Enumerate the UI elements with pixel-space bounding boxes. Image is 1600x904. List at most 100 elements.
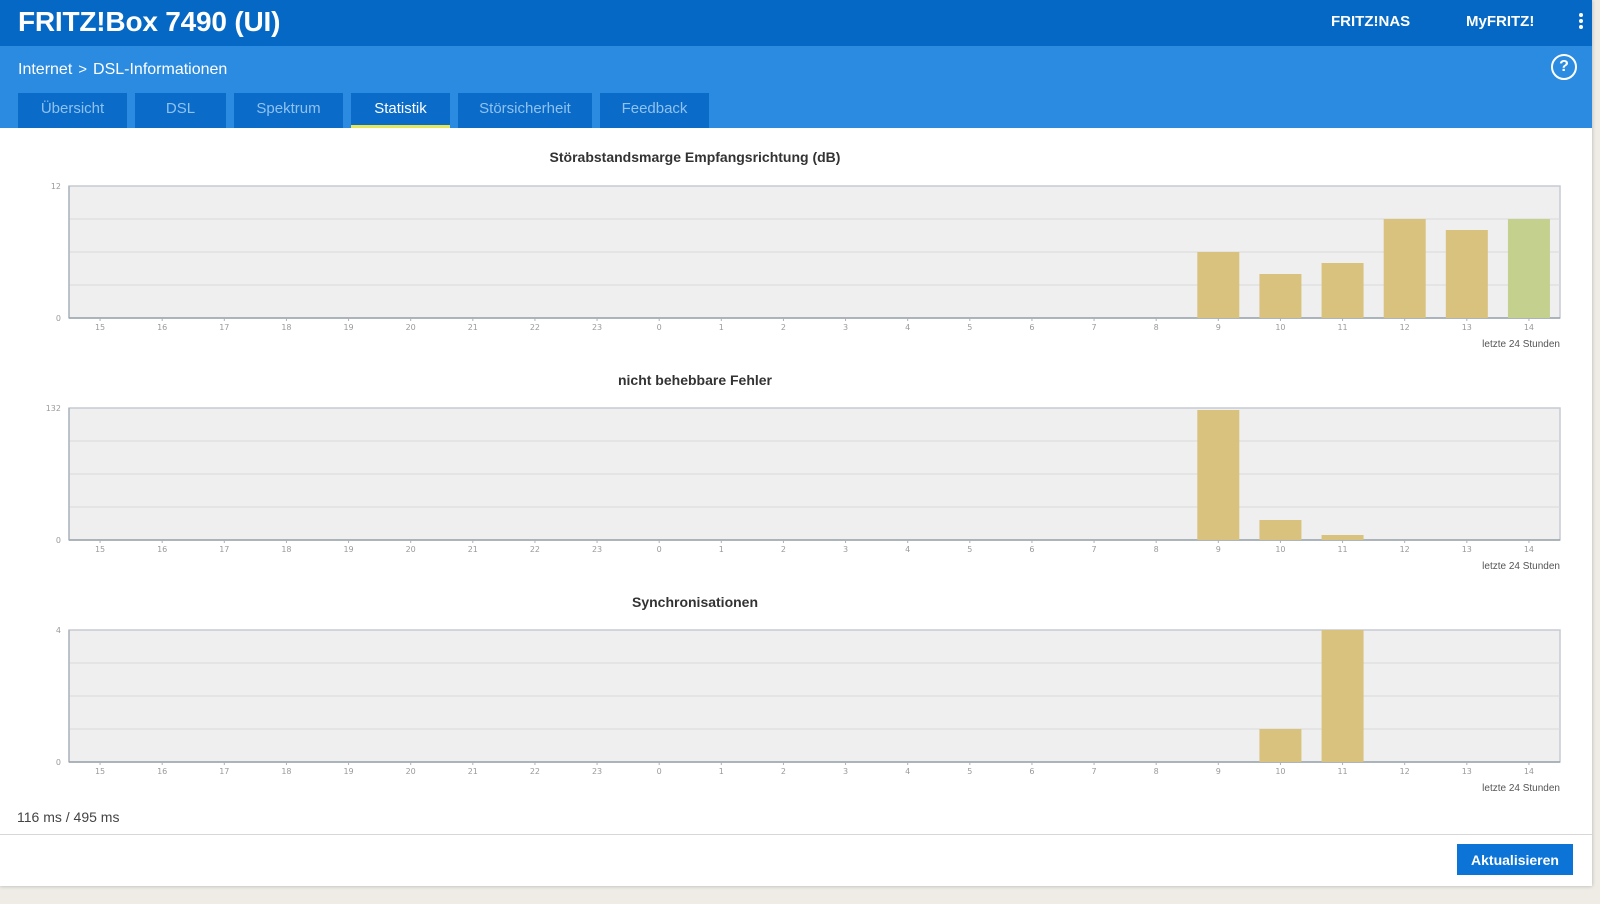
tab-dsl[interactable]: DSL [135,93,226,128]
x-tick-label: 9 [1216,323,1221,332]
x-tick-label: 16 [157,323,167,332]
tab-bar: Übersicht DSL Spektrum Statistik Störsic… [18,93,717,128]
breadcrumb-internet[interactable]: Internet [18,59,72,81]
top-bar: FRITZ!Box 7490 (UI) FRITZ!NAS MyFRITZ! [0,0,1592,46]
chart-title-snr: Störabstandsmarge Empfangsrichtung (dB) [549,149,841,165]
myfritz-link[interactable]: MyFRITZ! [1466,12,1534,32]
x-tick-label: 7 [1092,767,1097,776]
x-tick-label: 9 [1216,545,1221,554]
x-tick-label: 16 [157,767,167,776]
x-tick-label: 19 [343,323,353,332]
y-tick-label: 12 [51,182,61,191]
x-tick-label: 14 [1524,767,1534,776]
snr-margin-chart: 01215 16 17 18 19 20 21 22 23 0 1 2 3 4 5 6 7 8 9 10 11 12 13 1… [51,182,1561,350]
refresh-button[interactable]: Aktualisieren [1457,844,1573,875]
x-tick-label: 6 [1029,323,1034,332]
x-tick-label: 10 [1275,767,1285,776]
fritz-nas-link[interactable]: FRITZ!NAS [1331,12,1410,32]
x-tick-label: 13 [1462,323,1472,332]
x-tick-label: 21 [468,323,478,332]
x-tick-label: 19 [343,767,353,776]
tab-spektrum[interactable]: Spektrum [234,93,343,128]
x-tick-label: 22 [530,767,540,776]
chart-title-errors: nicht behebbare Fehler [617,372,773,388]
timing-info: 116 ms / 495 ms [17,809,120,825]
y-tick-label: 4 [56,626,61,635]
x-tick-label: 12 [1400,323,1410,332]
bar [1259,274,1302,318]
x-tick-label: 10 [1275,545,1285,554]
x-tick-label: 20 [406,767,416,776]
x-tick-label: 14 [1524,545,1534,554]
x-tick-label: 11 [1337,767,1347,776]
x-tick-label: 2 [781,323,786,332]
x-tick-label: 7 [1092,545,1097,554]
x-tick-label: 23 [592,545,602,554]
x-tick-label: 22 [530,545,540,554]
bar [1383,219,1426,318]
sub-header: Internet > DSL-Informationen ? Übersicht… [0,46,1592,128]
x-tick-label: 5 [967,323,972,332]
x-tick-label: 3 [843,545,848,554]
x-tick-label: 11 [1337,545,1347,554]
product-title: FRITZ!Box 7490 (UI) [18,6,281,37]
tab-feedback[interactable]: Feedback [600,93,709,128]
x-tick-label: 0 [657,767,662,776]
synchronisations-chart: 0415 16 17 18 19 20 21 22 23 0 1 2 3 4 5 6 7 8 9 10 11 12 13 14… [56,626,1561,794]
x-tick-label: 7 [1092,323,1097,332]
tab-uebersicht[interactable]: Übersicht [18,93,127,128]
bar [1259,729,1302,762]
x-tick-label: 16 [157,545,167,554]
x-tick-label: 0 [657,545,662,554]
x-tick-label: 14 [1524,323,1534,332]
uncorrectable-errors-chart: 013215 16 17 18 19 20 21 22 23 0 1 2 3 4 5 6 7 8 9 10 11 12 13… [46,404,1561,572]
time-range-note: letzte 24 Stunden [1482,561,1560,572]
x-tick-label: 11 [1337,323,1347,332]
x-tick-label: 21 [468,767,478,776]
y-tick-label: 0 [56,536,61,545]
x-tick-label: 0 [657,323,662,332]
x-tick-label: 23 [592,323,602,332]
x-tick-label: 18 [281,767,291,776]
vertical-dots-icon[interactable] [1578,12,1584,32]
footer-divider [0,834,1592,835]
bar [1197,252,1240,318]
x-tick-label: 9 [1216,767,1221,776]
x-tick-label: 21 [468,545,478,554]
help-circle-icon[interactable]: ? [1551,54,1577,80]
x-tick-label: 12 [1400,545,1410,554]
bar [1259,520,1302,540]
tab-stoersicherheit[interactable]: Störsicherheit [458,93,592,128]
bar [1321,630,1364,762]
x-tick-label: 15 [95,545,105,554]
x-tick-label: 4 [905,545,910,554]
x-tick-label: 2 [781,767,786,776]
x-tick-label: 3 [843,323,848,332]
time-range-note: letzte 24 Stunden [1482,783,1560,794]
bar [1321,263,1364,318]
breadcrumb-separator: > [78,61,88,78]
bar [1507,219,1550,318]
x-tick-label: 18 [281,323,291,332]
x-tick-label: 4 [905,767,910,776]
x-tick-label: 1 [719,767,724,776]
x-tick-label: 6 [1029,767,1034,776]
x-tick-label: 23 [592,767,602,776]
statistics-content: Störabstandsmarge Empfangsrichtung (dB) … [0,128,1592,886]
time-range-note: letzte 24 Stunden [1482,339,1560,350]
x-tick-label: 17 [219,767,229,776]
x-tick-label: 20 [406,323,416,332]
x-tick-label: 6 [1029,545,1034,554]
bar [1197,410,1240,540]
x-tick-label: 4 [905,323,910,332]
x-tick-label: 22 [530,323,540,332]
chart-title-sync: Synchronisationen [631,594,759,610]
breadcrumb-current: DSL-Informationen [93,61,228,78]
x-tick-label: 20 [406,545,416,554]
x-tick-label: 1 [719,545,724,554]
y-tick-label: 0 [56,314,61,323]
tab-statistik[interactable]: Statistik [351,93,450,128]
x-tick-label: 17 [219,545,229,554]
x-tick-label: 19 [343,545,353,554]
x-tick-label: 17 [219,323,229,332]
